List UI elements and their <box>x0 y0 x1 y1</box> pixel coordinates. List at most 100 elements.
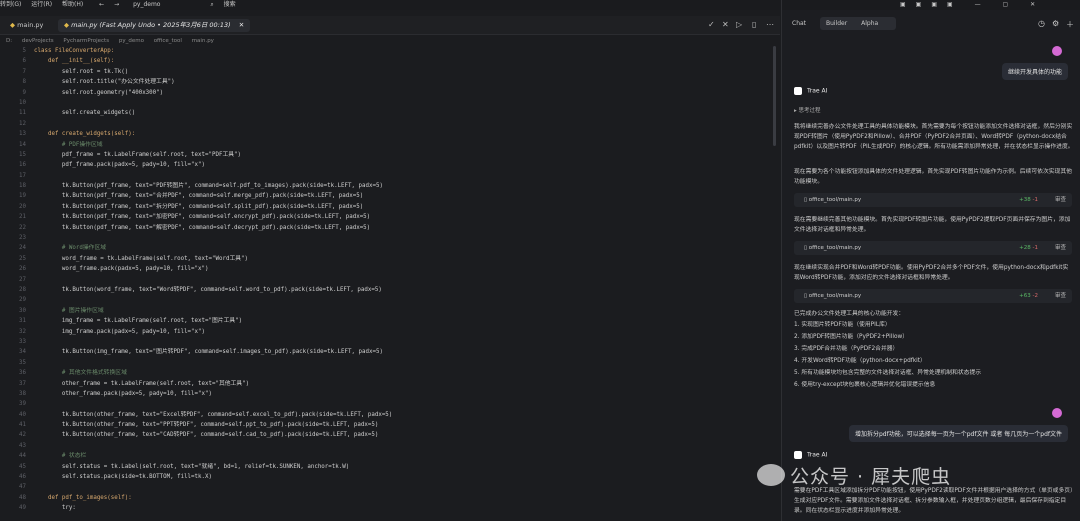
tab-builder[interactable]: Builder Alpha <box>819 17 897 30</box>
review-button[interactable]: 审查 <box>1055 289 1066 303</box>
assistant-paragraph: 现在需要继续完善其他功能模块。首先实现PDF转图片功能，使用PyPDF2提取PD… <box>794 217 1071 234</box>
code-line[interactable] <box>34 337 774 347</box>
code-line[interactable]: tk.Button(other_frame, text="CAD转PDF", c… <box>34 430 774 440</box>
code-line[interactable] <box>34 295 774 305</box>
file-change-card[interactable]: ▯ office_tool/main.py +28 -1 审查 <box>794 241 1072 255</box>
code-line[interactable]: tk.Button(pdf_frame, text="加密PDF", comma… <box>34 212 774 222</box>
code-line[interactable] <box>34 399 774 409</box>
code-line[interactable] <box>34 98 774 108</box>
search-box[interactable]: 搜索 <box>224 1 236 8</box>
code-line[interactable]: self.root.title("办公文件处理工具") <box>34 77 774 87</box>
code-line[interactable]: def __init__(self): <box>34 56 774 66</box>
code-line[interactable]: tk.Button(other_frame, text="PPT转PDF", c… <box>34 420 774 430</box>
thinking-toggle[interactable]: ▸ 思考过程 <box>794 106 821 114</box>
breadcrumb-main-py[interactable]: main.py <box>192 38 214 44</box>
settings-icon[interactable]: ⚙ <box>1052 19 1059 28</box>
line-number: 6 <box>22 58 27 65</box>
code-line[interactable]: # 状态栏 <box>34 451 774 461</box>
code-line[interactable]: tk.Button(pdf_frame, text="合并PDF", comma… <box>34 191 774 201</box>
code-line[interactable]: tk.Button(pdf_frame, text="解密PDF", comma… <box>34 223 774 233</box>
run-icon[interactable]: ▷ <box>736 20 742 29</box>
code-line[interactable] <box>34 275 774 285</box>
more-icon[interactable]: ⋯ <box>766 20 774 29</box>
code-line[interactable] <box>34 171 774 181</box>
close-icon[interactable]: ✕ <box>239 21 244 29</box>
editor-scrollbar[interactable] <box>773 46 776 146</box>
file-name: ▯ office_tool/main.py <box>804 197 862 203</box>
arrow-left-icon[interactable]: ← <box>99 1 104 8</box>
close-icon[interactable]: ✕ <box>722 20 729 29</box>
editor-tab-bar: ◆ main.py ◆ main.py (Fast Apply Undo • 2… <box>0 16 780 35</box>
code-editor[interactable]: 5 6 7 8 9 10 11 12 13 14 15 16 17 18 19 20 21 22 23 24 25 26 2… <box>0 46 780 521</box>
code-line[interactable]: # 图片操作区域 <box>34 306 774 316</box>
watermark: 公众号 · 犀夫爬虫 <box>790 466 952 488</box>
tab-main-py[interactable]: ◆ main.py <box>4 19 49 32</box>
line-number: 16 <box>19 162 26 169</box>
python-file-icon: ◆ <box>64 21 69 29</box>
breadcrumb-devprojects[interactable]: devProjects <box>22 38 54 44</box>
breadcrumb-office-tool[interactable]: office_tool <box>154 38 182 44</box>
code-line[interactable]: # Word操作区域 <box>34 243 774 253</box>
line-number: 34 <box>19 349 26 356</box>
code-line[interactable] <box>34 482 774 492</box>
history-icon[interactable]: ◷ <box>1038 19 1045 28</box>
breadcrumb-drive[interactable]: D: <box>6 38 12 44</box>
code-line[interactable]: word_frame.pack(padx=5, pady=10, fill="x… <box>34 264 774 274</box>
code-line[interactable]: img_frame.pack(padx=5, pady=10, fill="x"… <box>34 327 774 337</box>
code-line[interactable]: try: <box>34 503 774 513</box>
line-number: 31 <box>19 318 26 325</box>
line-number: 39 <box>19 401 26 408</box>
code-line[interactable] <box>34 358 774 368</box>
code-line[interactable]: self.status = tk.Label(self.root, text="… <box>34 462 774 472</box>
tab-chat[interactable]: Chat <box>792 20 806 27</box>
split-editor-icon[interactable]: ▯ <box>752 20 756 29</box>
code-line[interactable] <box>34 119 774 129</box>
code-line[interactable]: pdf_frame = tk.LabelFrame(self.root, tex… <box>34 150 774 160</box>
code-line[interactable] <box>34 441 774 451</box>
arrow-right-icon[interactable]: → <box>114 1 119 8</box>
add-chat-icon[interactable]: ＋ <box>1066 19 1074 30</box>
code-line[interactable]: self.create_widgets() <box>34 108 774 118</box>
breadcrumb-pycharmprojects[interactable]: PycharmProjects <box>63 38 109 44</box>
code-line[interactable]: pdf_frame.pack(padx=5, pady=10, fill="x"… <box>34 160 774 170</box>
code-line[interactable] <box>34 233 774 243</box>
menu-run[interactable]: 运行(R) <box>31 1 52 8</box>
list-item: 6. 使用try-except块包裹核心逻辑并优化错误提示信息 <box>794 382 936 388</box>
code-line[interactable]: self.root.geometry("400x300") <box>34 88 774 98</box>
file-change-card[interactable]: ▯ office_tool/main.py +38 -1 审查 <box>794 193 1072 207</box>
code-line[interactable]: class FileConverterApp: <box>34 46 774 56</box>
line-number: 21 <box>19 214 26 221</box>
code-line[interactable]: self.status.pack(side=tk.BOTTOM, fill=tk… <box>34 472 774 482</box>
project-selector[interactable]: py_demo <box>133 1 160 8</box>
line-number: 44 <box>19 453 26 460</box>
code-line[interactable]: tk.Button(img_frame, text="图片转PDF", comm… <box>34 347 774 357</box>
menu-help[interactable]: 帮助(H) <box>62 1 83 8</box>
list-item: 2. 添加PDF转图片功能（PyPDF2+Pillow） <box>794 334 909 340</box>
code-area[interactable]: class FileConverterApp: def __init__(sel… <box>34 46 774 514</box>
list-item: 3. 完成PDF合并功能（PyPDF2合并器） <box>794 346 899 352</box>
code-line[interactable]: img_frame = tk.LabelFrame(self.root, tex… <box>34 316 774 326</box>
code-line[interactable]: other_frame.pack(padx=5, pady=10, fill="… <box>34 389 774 399</box>
code-line[interactable]: tk.Button(pdf_frame, text="拆分PDF", comma… <box>34 202 774 212</box>
assistant-paragraph: 现在需要为各个功能按钮添加具体的文件处理逻辑，首先实现PDF转图片功能作为示例。… <box>794 169 1072 186</box>
review-button[interactable]: 审查 <box>1055 241 1066 255</box>
menu-goto[interactable]: 转到(G) <box>0 1 21 8</box>
code-line[interactable]: def create_widgets(self): <box>34 129 774 139</box>
code-line[interactable]: other_frame = tk.LabelFrame(self.root, t… <box>34 379 774 389</box>
code-line[interactable]: def pdf_to_images(self): <box>34 493 774 503</box>
file-change-card[interactable]: ▯ office_tool/main.py +63 -2 审查 <box>794 289 1072 303</box>
review-button[interactable]: 审查 <box>1055 193 1066 207</box>
code-line[interactable]: self.root = tk.Tk() <box>34 67 774 77</box>
code-line[interactable]: # 其他文件格式转换区域 <box>34 368 774 378</box>
tab-main-py-fast-apply[interactable]: ◆ main.py (Fast Apply Undo • 2025年3月6日 0… <box>58 19 251 32</box>
summary-intro: 已完成办公文件处理工具的核心功能开发： <box>794 311 905 317</box>
check-icon[interactable]: ✓ <box>708 20 715 29</box>
breadcrumb-py-demo[interactable]: py_demo <box>119 38 144 44</box>
line-number: 32 <box>19 328 26 335</box>
code-line[interactable]: word_frame = tk.LabelFrame(self.root, te… <box>34 254 774 264</box>
code-line[interactable]: tk.Button(word_frame, text="Word转PDF", c… <box>34 285 774 295</box>
code-line[interactable]: tk.Button(pdf_frame, text="PDF转图片", comm… <box>34 181 774 191</box>
code-line[interactable]: tk.Button(other_frame, text="Excel转PDF",… <box>34 410 774 420</box>
code-line[interactable]: # PDF操作区域 <box>34 140 774 150</box>
wechat-logo-icon <box>757 464 785 486</box>
